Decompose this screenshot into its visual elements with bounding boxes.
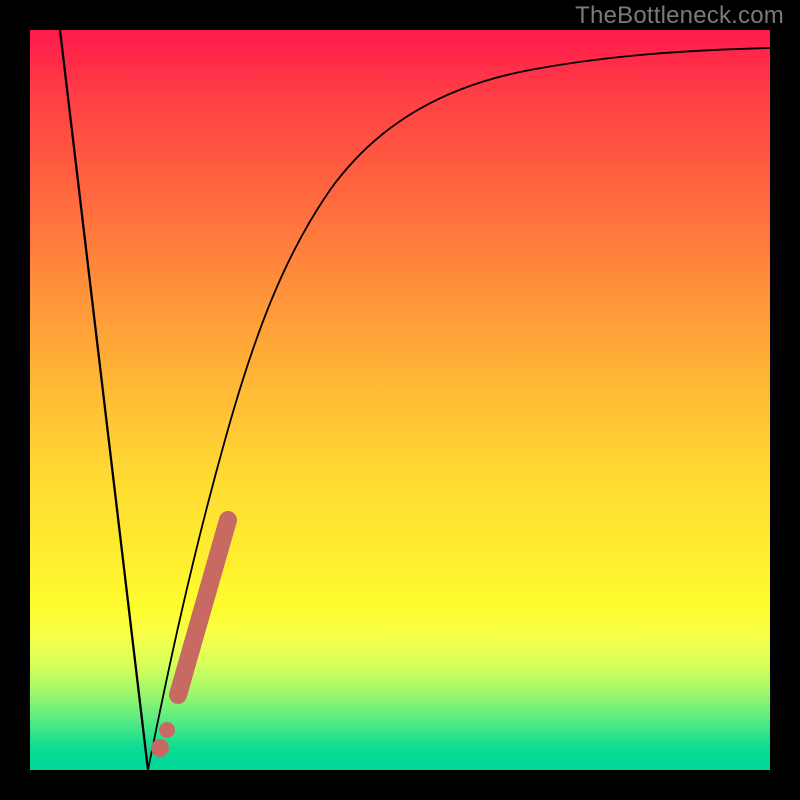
curve-right-branch xyxy=(148,48,770,770)
plot-area xyxy=(30,30,770,770)
chart-frame: TheBottleneck.com xyxy=(0,0,800,800)
watermark-text: TheBottleneck.com xyxy=(575,2,784,30)
highlighted-dot xyxy=(151,739,169,757)
curve-left-branch xyxy=(60,30,148,770)
highlighted-dot-2 xyxy=(159,722,175,738)
chart-overlay xyxy=(30,30,770,770)
highlighted-segment xyxy=(178,520,228,695)
